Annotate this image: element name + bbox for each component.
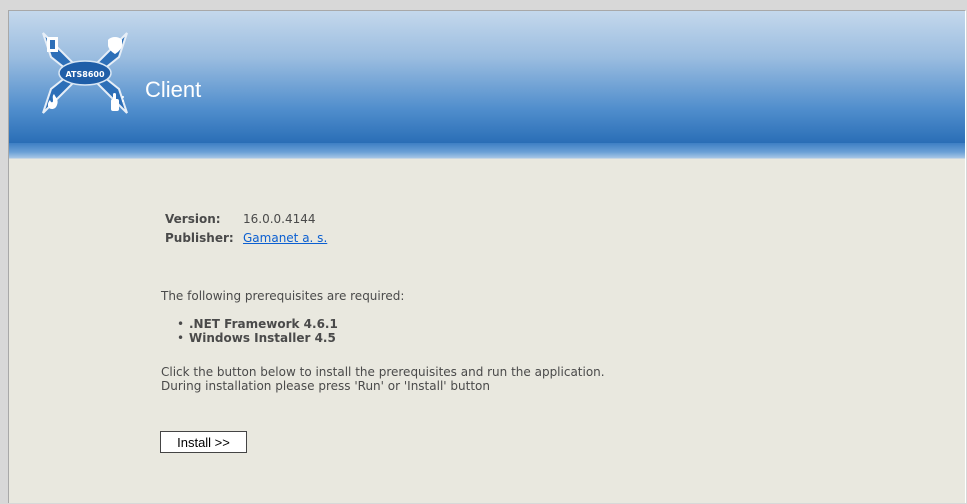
door-icon bbox=[47, 37, 58, 52]
install-instructions: Click the button below to install the pr… bbox=[161, 365, 605, 393]
ats8600-logo: ATS8600 bbox=[42, 32, 128, 114]
version-label: Version: bbox=[165, 212, 221, 226]
instructions-line-2: During installation please press 'Run' o… bbox=[161, 379, 490, 393]
logo-text: ATS8600 bbox=[65, 70, 104, 79]
prerequisites-list: .NET Framework 4.6.1 Windows Installer 4… bbox=[177, 317, 338, 345]
header-band bbox=[9, 143, 965, 159]
prerequisites-intro: The following prerequisites are required… bbox=[161, 289, 405, 303]
app-title: Client bbox=[145, 77, 202, 102]
install-button[interactable]: Install >> bbox=[160, 431, 247, 453]
list-item: Windows Installer 4.5 bbox=[177, 331, 338, 345]
header: ATS8600 Client bbox=[9, 11, 965, 143]
publisher-label: Publisher: bbox=[165, 231, 234, 245]
instructions-line-1: Click the button below to install the pr… bbox=[161, 365, 605, 379]
publisher-row: Publisher: Gamanet a. s. bbox=[165, 229, 327, 248]
publisher-link[interactable]: Gamanet a. s. bbox=[243, 231, 327, 245]
version-value: 16.0.0.4144 bbox=[243, 212, 316, 226]
page: ATS8600 Client Version: 16.0.0.4144 Publ… bbox=[8, 10, 965, 503]
version-row: Version: 16.0.0.4144 bbox=[165, 210, 327, 229]
app-info: Version: 16.0.0.4144 Publisher: Gamanet a.… bbox=[165, 210, 327, 248]
list-item: .NET Framework 4.6.1 bbox=[177, 317, 338, 331]
